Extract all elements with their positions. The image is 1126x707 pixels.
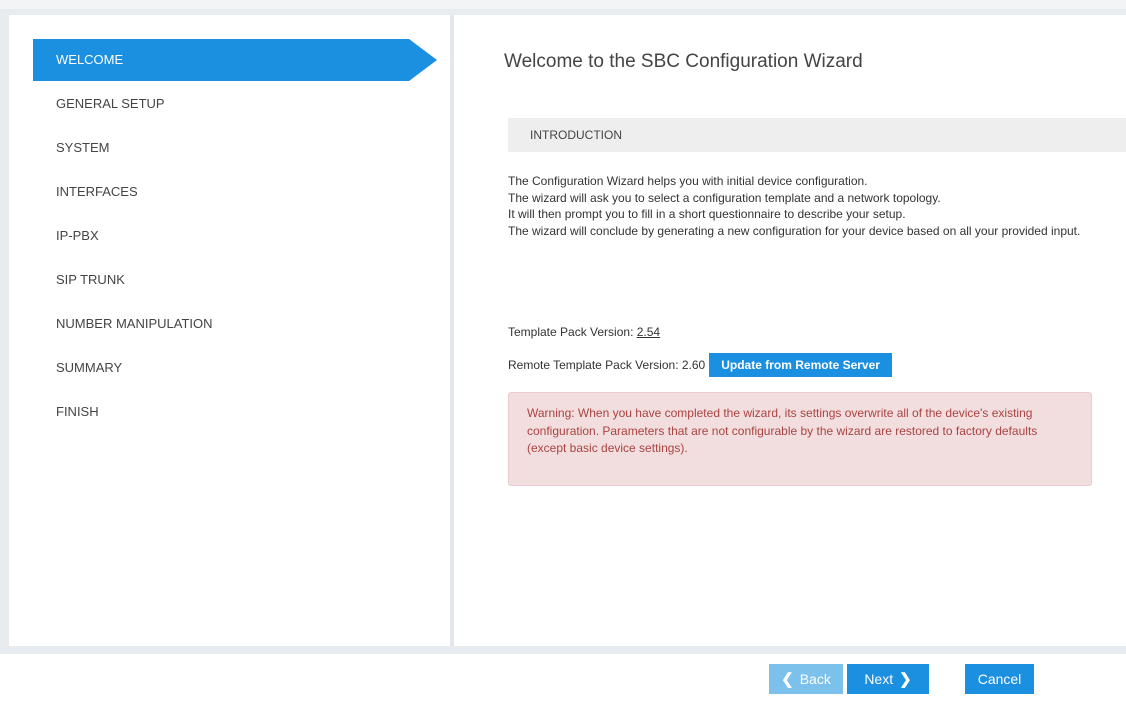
remote-template-pack-label: Remote Template Pack Version: 2.60	[508, 358, 706, 372]
intro-text: The Configuration Wizard helps you with …	[508, 173, 1108, 239]
step-finish[interactable]: FINISH	[33, 391, 453, 433]
step-sip-trunk[interactable]: SIP TRUNK	[33, 259, 453, 301]
step-system[interactable]: SYSTEM	[33, 127, 453, 169]
step-ip-pbx[interactable]: IP-PBX	[33, 215, 453, 257]
intro-line: The wizard will ask you to select a conf…	[508, 190, 941, 205]
warning-alert: Warning: When you have completed the wiz…	[508, 392, 1092, 486]
next-button[interactable]: Next ❯	[847, 664, 929, 694]
back-button[interactable]: ❮ Back	[769, 664, 843, 694]
back-label: Back	[799, 671, 831, 687]
template-pack-version: Template Pack Version: 2.54	[508, 325, 660, 339]
intro-line: It will then prompt you to fill in a sho…	[508, 207, 906, 221]
remote-template-pack-row: Remote Template Pack Version: 2.60 Updat…	[508, 353, 892, 377]
intro-line: The wizard will conclude by generating a…	[508, 223, 1081, 238]
chevron-left-icon: ❮	[781, 671, 794, 688]
wizard-content: Welcome to the SBC Configuration Wizard …	[458, 15, 1126, 646]
section-header-introduction: INTRODUCTION	[508, 118, 1126, 152]
step-summary[interactable]: SUMMARY	[33, 347, 453, 389]
step-general-setup[interactable]: GENERAL SETUP	[33, 83, 453, 125]
template-pack-version-link[interactable]: 2.54	[637, 325, 660, 339]
wizard-steps: WELCOME GENERAL SETUP SYSTEM INTERFACES …	[33, 39, 453, 435]
wizard-frame: WELCOME GENERAL SETUP SYSTEM INTERFACES …	[9, 15, 1126, 646]
cancel-button[interactable]: Cancel	[965, 664, 1034, 694]
step-welcome[interactable]: WELCOME	[33, 39, 437, 81]
wizard-footer: ❮ Back Next ❯ Cancel	[0, 654, 1126, 707]
step-number-manipulation[interactable]: NUMBER MANIPULATION	[33, 303, 453, 345]
next-label: Next	[864, 671, 894, 687]
step-interfaces[interactable]: INTERFACES	[33, 171, 453, 213]
intro-line: The Configuration Wizard helps you with …	[508, 174, 868, 188]
top-strip	[0, 0, 1126, 9]
chevron-right-icon: ❯	[899, 671, 912, 688]
template-pack-label: Template Pack Version:	[508, 325, 634, 339]
page-title: Welcome to the SBC Configuration Wizard	[504, 51, 863, 72]
wizard-sidebar: WELCOME GENERAL SETUP SYSTEM INTERFACES …	[9, 15, 454, 646]
update-from-remote-button[interactable]: Update from Remote Server	[709, 353, 892, 377]
